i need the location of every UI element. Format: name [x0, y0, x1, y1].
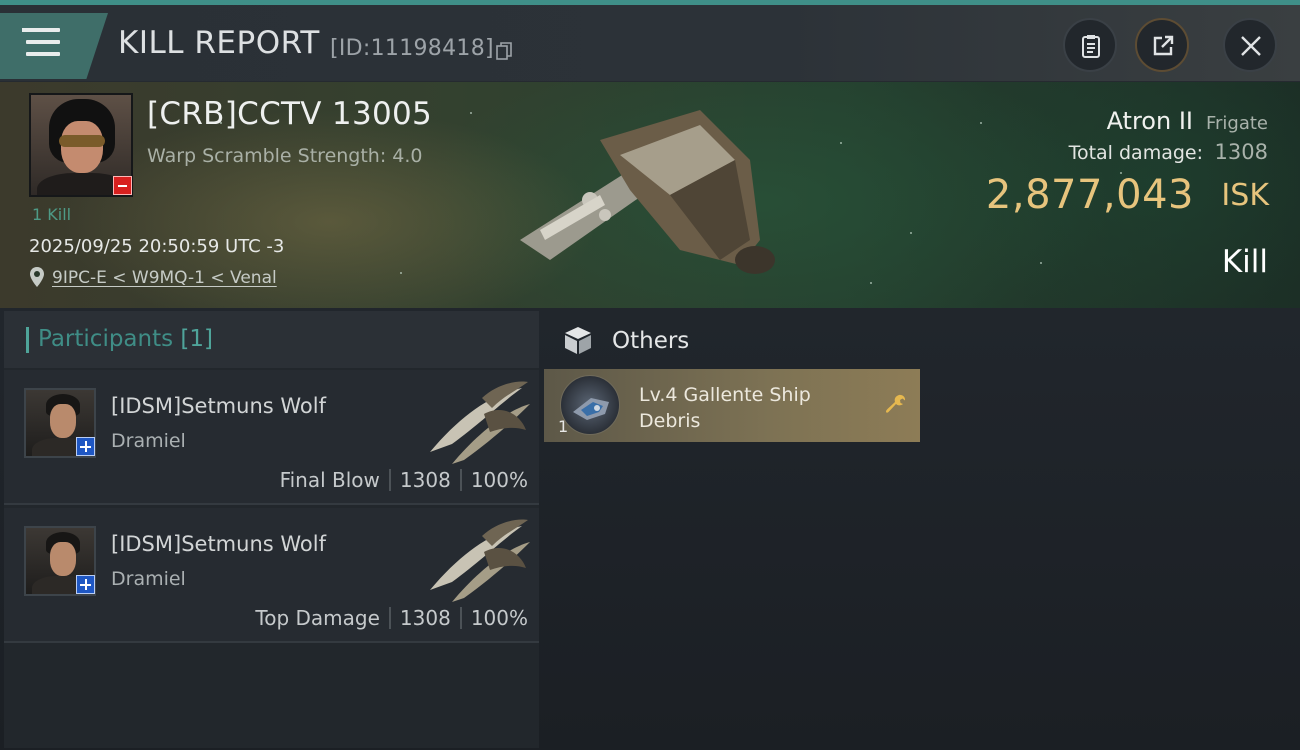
hostile-badge [113, 176, 132, 195]
participant-ship: Dramiel [111, 430, 186, 452]
isk-value: 2,877,043 [985, 172, 1194, 218]
clipboard-button[interactable] [1063, 18, 1117, 72]
total-damage-label: Total damage: [1068, 142, 1203, 164]
box-icon [565, 327, 591, 354]
menu-button[interactable] [0, 13, 108, 79]
copy-icon[interactable] [496, 42, 512, 60]
participant-name[interactable]: [IDSM]Setmuns Wolf [111, 532, 326, 556]
participants-title: Participants [38, 326, 174, 352]
report-id: [ID:11198418] [330, 36, 494, 61]
page-title: KILL REPORT [118, 25, 320, 61]
share-button[interactable] [1135, 18, 1189, 72]
victim-name[interactable]: [CRB]CCTV 13005 [147, 96, 432, 132]
victim-ship-class: Frigate [1205, 113, 1268, 134]
participant-ship-image [430, 519, 530, 602]
kill-count: 1 Kill [32, 205, 72, 224]
ally-badge [76, 437, 95, 456]
participant-row[interactable]: [IDSM]Setmuns Wolf Dramiel Top Damage 130… [4, 508, 539, 643]
item-quantity: 1 [558, 417, 569, 436]
participant-stats: Final Blow 1308 100% [280, 468, 528, 492]
others-title: Others [612, 328, 690, 354]
participant-role: Final Blow [279, 468, 380, 492]
victim-ship-name[interactable]: Atron II [1107, 107, 1193, 135]
participant-damage: 1308 [399, 468, 451, 492]
victim-ship-image [520, 110, 775, 274]
total-damage-value: 1308 [1214, 140, 1268, 164]
participant-ship-image [430, 381, 530, 464]
item-thumbnail [560, 375, 620, 435]
ally-badge [76, 575, 95, 594]
location-pin-icon [30, 267, 44, 287]
participant-role: Top Damage [255, 606, 380, 630]
kill-result-label: Kill [1221, 244, 1268, 280]
kill-timestamp: 2025/09/25 20:50:59 UTC -3 [29, 236, 285, 257]
share-icon [1153, 35, 1174, 56]
participants-count: [1] [180, 326, 214, 352]
participant-percent: 100% [470, 606, 528, 630]
participant-damage: 1308 [399, 606, 451, 630]
header-bar: KILL REPORT [ID:11198418] [0, 5, 1300, 81]
isk-unit: ISK [1221, 178, 1269, 213]
dropped-item-card[interactable]: 1 Lv.4 Gallente Ship Debris [544, 369, 920, 442]
location-link[interactable]: 9IPC-E < W9MQ-1 < Venal [52, 268, 277, 288]
clipboard-icon [1082, 35, 1100, 58]
warp-scramble-strength: Warp Scramble Strength: 4.0 [147, 145, 423, 167]
item-name: Lv.4 Gallente Ship Debris [639, 384, 811, 432]
wrench-icon[interactable] [884, 393, 908, 417]
close-button[interactable] [1223, 18, 1277, 72]
participant-ship: Dramiel [111, 568, 186, 590]
participants-header: Participants [1] [4, 311, 539, 368]
participant-stats: Top Damage 1308 100% [255, 606, 528, 630]
close-icon [1241, 36, 1261, 56]
participant-row[interactable]: [IDSM]Setmuns Wolf Dramiel Final Blow 130… [4, 370, 539, 505]
kill-report-screen: KILL REPORT [ID:11198418] [CRB]CCTV 1300… [0, 0, 1300, 750]
participant-name[interactable]: [IDSM]Setmuns Wolf [111, 394, 326, 418]
participant-percent: 100% [470, 468, 528, 492]
